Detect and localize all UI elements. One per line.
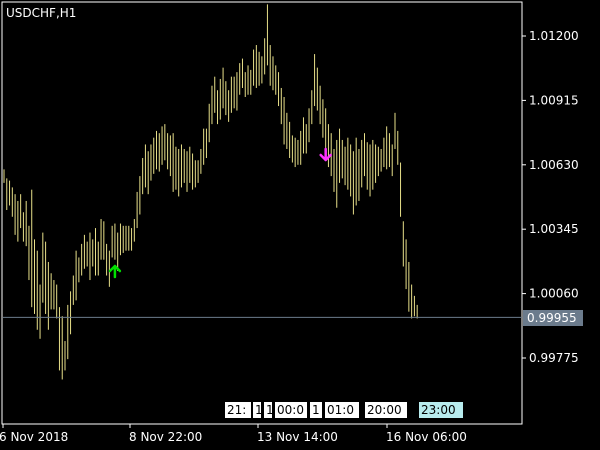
price-tick-label: 1.01200 — [529, 29, 579, 43]
price-tick-label: 1.00630 — [529, 158, 579, 172]
buy-arrow-icon — [108, 264, 122, 279]
price-tick-label: 1.00915 — [529, 93, 579, 107]
price-tick-label: 0.99775 — [529, 351, 579, 365]
session-time-box[interactable]: 1 — [264, 402, 272, 418]
session-time-box[interactable]: 21: — [225, 402, 251, 418]
session-time-box[interactable]: 1 — [253, 402, 261, 418]
time-axis-ticks: 6 Nov 2018 8 Nov 22:00 13 Nov 14:00 16 Nov … — [0, 424, 467, 444]
price-tick-label: 1.00060 — [529, 287, 579, 301]
current-price-tag: 0.99955 — [523, 310, 583, 326]
time-tick-label: 8 Nov 22:00 — [129, 430, 202, 444]
time-tick-label: 16 Nov 06:00 — [386, 430, 467, 444]
session-time-box[interactable]: 1 — [310, 402, 322, 418]
time-tick-label: 13 Nov 14:00 — [257, 430, 338, 444]
price-bars — [3, 4, 522, 380]
price-tick-label: 1.00345 — [529, 222, 579, 236]
sell-arrow-icon — [319, 147, 332, 162]
session-time-box[interactable]: 00:0 — [275, 402, 307, 418]
session-time-box[interactable]: 01:0 — [325, 402, 359, 418]
session-time-box[interactable]: 20:00 — [365, 402, 407, 418]
chart-title: USDCHF,H1 — [6, 6, 77, 20]
time-tick-label: 6 Nov 2018 — [0, 430, 68, 444]
session-time-box[interactable]: 23:00 — [419, 402, 463, 418]
price-chart[interactable]: 1.01200 1.00915 1.00630 1.00345 1.00060 0.997… — [0, 0, 600, 450]
chart-window[interactable]: 1.01200 1.00915 1.00630 1.00345 1.00060 0.997… — [0, 0, 600, 450]
